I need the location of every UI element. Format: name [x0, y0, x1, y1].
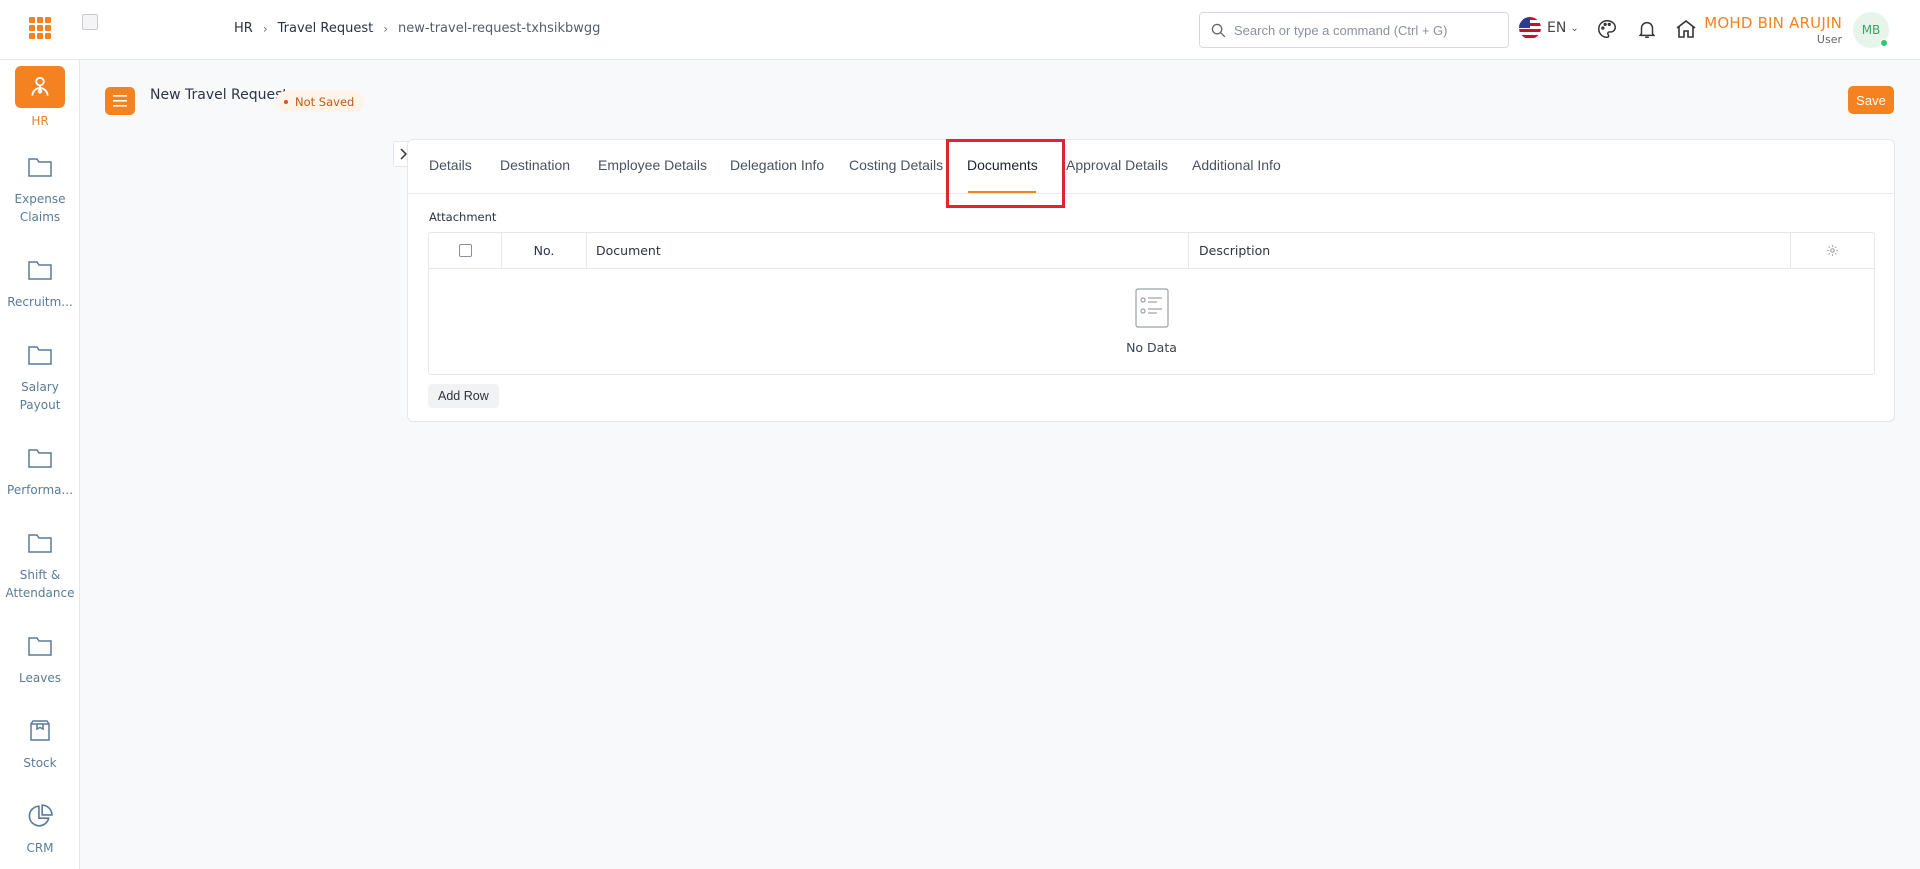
tab-documents[interactable]: Documents — [967, 157, 1038, 173]
attachment-table: No. Document Description No Data — [428, 232, 1875, 375]
chevron-right-icon: › — [383, 21, 389, 36]
select-all-cell — [429, 233, 502, 268]
language-code: EN — [1547, 20, 1567, 36]
column-header-document: Document — [587, 233, 1189, 268]
select-all-checkbox[interactable] — [458, 244, 472, 257]
search-icon — [1211, 23, 1226, 38]
breadcrumb-hr[interactable]: HR — [234, 21, 253, 36]
hamburger-icon — [113, 95, 127, 107]
breadcrumb-travel-request[interactable]: Travel Request — [278, 21, 374, 36]
sidebar-item-leaves[interactable]: Leaves — [0, 631, 79, 687]
sidebar-item-crm[interactable]: CRM — [0, 801, 79, 857]
tab-delegation-info[interactable]: Delegation Info — [730, 157, 824, 173]
gear-icon[interactable] — [1826, 244, 1839, 257]
broken-logo-image[interactable] — [82, 14, 98, 30]
active-tab-indicator — [968, 191, 1036, 193]
online-status-dot — [1880, 39, 1888, 47]
sidebar-item-recruitment[interactable]: Recruitm... — [0, 255, 79, 311]
folder-icon — [0, 528, 79, 558]
status-dot — [284, 99, 288, 104]
sidebar-item-shift-attendance[interactable]: Shift & Attendance — [0, 528, 79, 602]
sidebar: HR Expense Claims Recruitm... Salary Pay… — [0, 60, 80, 869]
us-flag-icon — [1519, 17, 1541, 39]
pie-chart-icon — [0, 801, 79, 831]
table-header: No. Document Description — [429, 233, 1874, 269]
sidebar-item-hr[interactable]: HR — [0, 66, 79, 130]
folder-icon — [0, 152, 79, 182]
folder-icon — [0, 631, 79, 661]
sidebar-item-salary-payout[interactable]: Salary Payout — [0, 340, 79, 414]
search-input[interactable] — [1234, 22, 1494, 38]
save-button[interactable]: Save — [1848, 86, 1894, 114]
folder-icon — [0, 340, 79, 370]
sidebar-item-label: Shift & Attendance — [5, 568, 75, 600]
sidebar-item-label: HR — [31, 114, 49, 128]
tab-employee-details[interactable]: Employee Details — [598, 157, 707, 173]
user-role: User — [1816, 33, 1842, 46]
sidebar-item-label: CRM — [26, 841, 54, 855]
empty-list-icon — [1134, 288, 1169, 328]
tab-details[interactable]: Details — [429, 157, 472, 173]
status-badge: Not Saved — [276, 91, 365, 112]
breadcrumb: HR › Travel Request › new-travel-request… — [234, 21, 600, 36]
tab-additional-info[interactable]: Additional Info — [1192, 157, 1281, 173]
column-header-description: Description — [1189, 233, 1791, 268]
column-header-no: No. — [502, 233, 587, 268]
status-text: Not Saved — [295, 94, 355, 109]
tab-costing-details[interactable]: Costing Details — [849, 157, 943, 173]
breadcrumb-current-document: new-travel-request-txhsikbwgg — [398, 21, 601, 36]
chevron-down-icon: ⌄ — [1570, 22, 1579, 34]
tab-approval-details[interactable]: Approval Details — [1066, 157, 1168, 173]
chevron-right-icon: › — [262, 21, 268, 36]
toggle-menu-button[interactable] — [105, 87, 135, 115]
sidebar-item-label: Expense Claims — [14, 192, 66, 224]
tab-bar: Details Destination Employee Details Del… — [408, 140, 1894, 194]
column-settings-cell — [1791, 233, 1874, 268]
sidebar-item-label: Performa... — [7, 483, 73, 497]
search-box[interactable] — [1199, 12, 1509, 48]
tab-destination[interactable]: Destination — [500, 157, 570, 173]
sidebar-item-label: Leaves — [19, 671, 61, 685]
language-selector[interactable]: EN ⌄ — [1519, 17, 1579, 39]
add-row-button[interactable]: Add Row — [428, 384, 499, 408]
no-data-text: No Data — [1126, 340, 1177, 355]
sidebar-item-performance[interactable]: Performa... — [0, 443, 79, 499]
sidebar-item-expense-claims[interactable]: Expense Claims — [0, 152, 79, 226]
empty-state: No Data — [429, 288, 1874, 355]
attachment-label: Attachment — [429, 210, 497, 224]
sidebar-item-label: Recruitm... — [7, 295, 73, 309]
user-info[interactable]: MOHD BIN ARUJIN User — [1704, 14, 1842, 46]
page-title: New Travel Request — [150, 87, 288, 103]
bell-icon[interactable] — [1634, 16, 1660, 42]
palette-icon[interactable] — [1594, 16, 1620, 42]
folder-icon — [0, 443, 79, 473]
hr-icon — [15, 66, 65, 108]
chevron-right-icon — [400, 148, 407, 160]
home-icon[interactable] — [1673, 16, 1699, 42]
user-name: MOHD BIN ARUJIN — [1704, 14, 1842, 32]
top-bar: HR › Travel Request › new-travel-request… — [0, 0, 1920, 60]
sidebar-item-stock[interactable]: Stock — [0, 716, 79, 772]
box-icon — [0, 716, 79, 746]
apps-grid-icon[interactable] — [29, 17, 51, 39]
sidebar-item-label: Salary Payout — [19, 380, 61, 412]
folder-icon — [0, 255, 79, 285]
sidebar-item-label: Stock — [23, 756, 57, 770]
form-card: Details Destination Employee Details Del… — [407, 139, 1895, 422]
